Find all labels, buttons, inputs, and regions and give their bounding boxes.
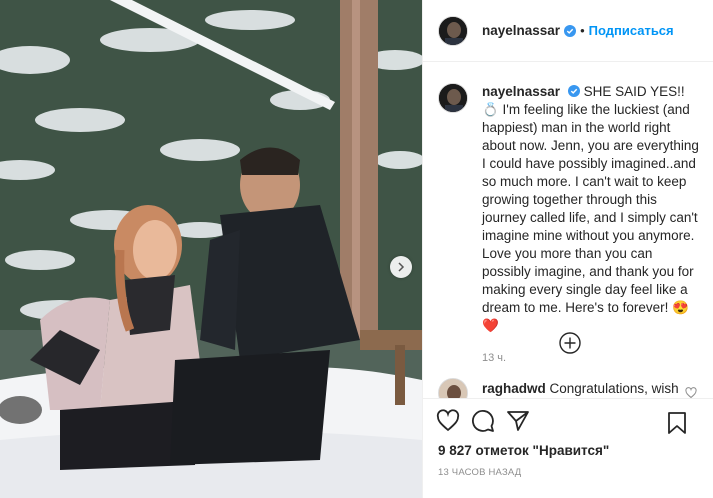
post-actions: 9 827 отметок "Нравится" 13 ЧАСОВ НАЗАД xyxy=(423,398,713,478)
caption-body: nayelnassar SHE SAID YES!! 💍 I'm feeling… xyxy=(482,83,699,367)
share-icon[interactable] xyxy=(506,409,530,433)
like-icon[interactable] xyxy=(436,409,460,433)
caption-username[interactable]: nayelnassar xyxy=(482,84,560,99)
caption-time[interactable]: 13 ч. xyxy=(482,349,699,367)
avatar[interactable] xyxy=(438,15,468,46)
next-photo-button[interactable] xyxy=(390,256,412,278)
comment-body: Congratulations, wish xyxy=(549,381,679,396)
comment-icon[interactable] xyxy=(471,409,495,433)
post-sidebar: nayelnassar • Подписаться nayelnassar SH… xyxy=(422,0,713,498)
caption-avatar[interactable] xyxy=(438,83,468,113)
header-username[interactable]: nayelnassar xyxy=(482,23,560,38)
post-photo[interactable] xyxy=(0,0,422,498)
small-heart-icon[interactable] xyxy=(685,387,697,398)
post-caption: nayelnassar SHE SAID YES!! 💍 I'm feeling… xyxy=(423,63,713,367)
verified-badge-icon xyxy=(564,24,577,37)
avatar-image xyxy=(439,84,467,112)
comment-username[interactable]: raghadwd xyxy=(482,381,546,396)
avatar-image xyxy=(439,16,467,45)
bookmark-icon[interactable] xyxy=(665,411,689,435)
comment-text: raghadwd Congratulations, wish xyxy=(482,380,679,398)
instagram-post: nayelnassar • Подписаться nayelnassar SH… xyxy=(0,0,713,498)
load-more-icon[interactable] xyxy=(558,331,582,355)
action-icons xyxy=(423,399,713,443)
avatar-image xyxy=(439,379,467,398)
comment-item: raghadwd Congratulations, wish xyxy=(438,378,679,398)
photo-illustration xyxy=(0,0,422,498)
likes-count[interactable]: 9 827 отметок "Нравится" xyxy=(423,443,713,458)
post-time[interactable]: 13 ЧАСОВ НАЗАД xyxy=(423,467,713,478)
caption-text: SHE SAID YES!! 💍 I'm feeling like the lu… xyxy=(482,84,699,333)
follow-button[interactable]: Подписаться xyxy=(589,23,674,38)
verified-badge-icon xyxy=(567,85,580,97)
comments-section: nayelnassar SHE SAID YES!! 💍 I'm feeling… xyxy=(423,63,713,398)
next-arrow-icon xyxy=(398,262,405,272)
comment-avatar[interactable] xyxy=(438,378,468,398)
post-header: nayelnassar • Подписаться xyxy=(423,0,713,62)
separator-dot: • xyxy=(580,23,585,38)
